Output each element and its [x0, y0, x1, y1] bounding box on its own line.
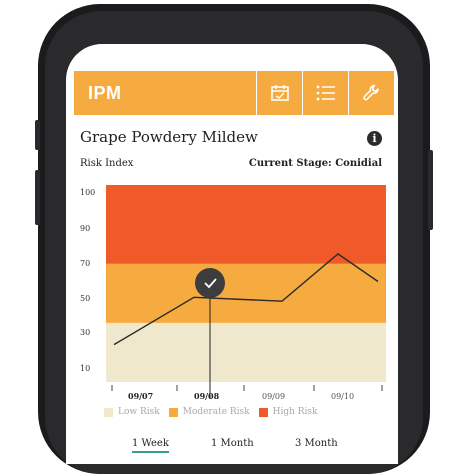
y-tick-label: 10 — [80, 364, 90, 373]
range-tab-1-month[interactable]: 1 Month — [211, 438, 254, 449]
y-tick-label: 90 — [80, 224, 90, 233]
legend-swatch-moderate — [168, 407, 178, 417]
y-tick-label: 30 — [80, 328, 90, 337]
x-tick-label: 09/10 — [331, 392, 354, 401]
phone-side-button — [35, 120, 40, 150]
zone-low-risk — [106, 322, 386, 382]
y-tick-label: 70 — [80, 259, 90, 268]
legend-item-low: Low Risk — [104, 407, 160, 417]
x-tick-label: 09/08 — [194, 391, 220, 401]
legend-swatch-high — [258, 407, 268, 417]
zone-moderate-risk — [106, 263, 386, 323]
legend-label-low: Low Risk — [118, 407, 160, 417]
phone-side-button — [428, 150, 433, 230]
legend-swatch-low — [104, 407, 113, 417]
legend-item-high: High Risk — [258, 407, 318, 417]
legend-label-high: High Risk — [272, 407, 318, 417]
x-tick-label: 09/09 — [262, 392, 285, 401]
legend-item-moderate: Moderate Risk — [168, 407, 250, 417]
zone-high-risk — [106, 185, 386, 264]
range-tab-1-week[interactable]: 1 Week — [132, 438, 169, 453]
phone-side-button — [35, 170, 40, 225]
risk-chart: 100 90 70 50 30 10 09/07 09/08 09/09 09/10 — [80, 185, 386, 401]
app-screen: IPM Grape Powdery Mildew i Risk Index Cu… — [66, 44, 398, 464]
x-tick-label: 09/07 — [128, 391, 153, 401]
legend-label-moderate: Moderate Risk — [182, 407, 250, 417]
chart-legend: Low Risk Moderate Risk High Risk — [104, 407, 326, 417]
y-tick-label: 100 — [80, 188, 95, 197]
range-tab-3-month[interactable]: 3 Month — [295, 438, 338, 449]
y-tick-label: 50 — [80, 294, 90, 303]
selected-date-marker — [195, 268, 225, 298]
